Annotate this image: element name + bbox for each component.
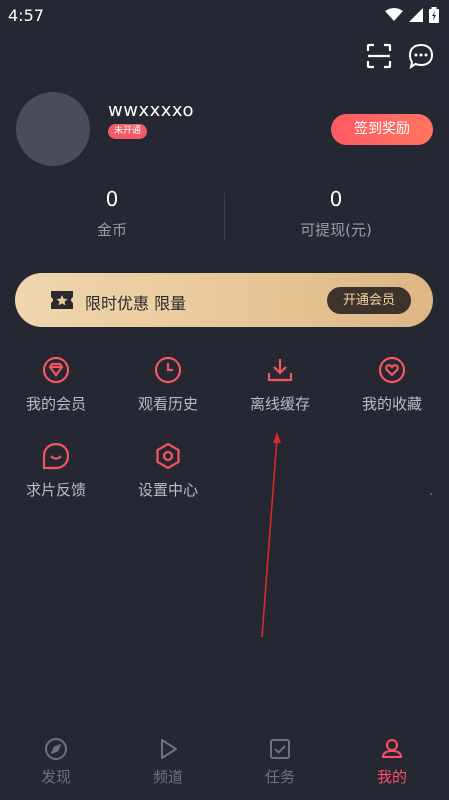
task-check-icon [267, 736, 293, 762]
menu-label: 我的会员 [25, 395, 86, 413]
menu-item-offline-cache[interactable]: 离线缓存 [230, 355, 330, 414]
avatar[interactable] [16, 92, 90, 166]
profile-icon [379, 736, 405, 762]
menu-label: 离线缓存 [249, 395, 310, 413]
nav-label: 发现 [40, 768, 71, 786]
nav-tasks[interactable]: 任务 [224, 736, 336, 787]
message-icon [408, 43, 434, 69]
menu-label: 设置中心 [137, 481, 198, 499]
coins-stat[interactable]: 0 金币 [0, 185, 224, 240]
nav-channel[interactable]: 频道 [112, 736, 224, 787]
play-icon [155, 736, 181, 762]
nav-mine[interactable]: 我的 [336, 736, 448, 787]
vip-status-badge: 未开通 [108, 124, 148, 139]
nav-label: 频道 [152, 768, 183, 786]
menu-item-settings[interactable]: 设置中心 [118, 441, 218, 500]
open-vip-button[interactable]: 开通会员 [327, 287, 411, 314]
scan-button[interactable] [365, 42, 393, 70]
vip-promo-text: 限时优惠 限量 [85, 294, 187, 313]
profile-section: wwxxxxo 未开通 签到奖励 [16, 92, 433, 168]
bottom-nav: 发现 频道 任务 我的 [0, 728, 449, 800]
menu-label: 求片反馈 [25, 481, 86, 499]
scan-icon [366, 43, 392, 69]
decorative-dot [430, 493, 432, 495]
status-icons [385, 7, 439, 23]
download-icon [265, 355, 295, 385]
withdrawable-value: 0 [329, 187, 343, 211]
coins-label: 金币 [96, 221, 127, 239]
battery-icon [429, 7, 439, 23]
checkin-reward-button[interactable]: 签到奖励 [331, 114, 433, 145]
compass-icon [43, 736, 69, 762]
username[interactable]: wwxxxxo [108, 100, 194, 121]
diamond-icon [41, 355, 71, 385]
withdrawable-stat[interactable]: 0 可提现(元) [224, 185, 448, 240]
wifi-icon [385, 8, 403, 21]
status-bar: 4:57 [0, 0, 449, 30]
signal-icon [409, 8, 423, 22]
settings-hexagon-icon [153, 441, 183, 471]
clock-icon [153, 355, 183, 385]
chat-smile-icon [41, 441, 71, 471]
menu-label: 我的收藏 [361, 395, 422, 413]
heart-icon [377, 355, 407, 385]
menu-item-my-vip[interactable]: 我的会员 [6, 355, 106, 414]
menu-label: 观看历史 [137, 395, 198, 413]
menu-item-request-feedback[interactable]: 求片反馈 [6, 441, 106, 500]
stats-section: 0 金币 0 可提现(元) [0, 185, 449, 245]
vip-promo-banner[interactable]: 限时优惠 限量 开通会员 [15, 273, 433, 327]
nav-label: 我的 [376, 768, 407, 786]
nav-discover[interactable]: 发现 [0, 736, 112, 787]
status-time: 4:57 [8, 5, 44, 25]
message-button[interactable] [407, 42, 435, 70]
top-actions [365, 42, 435, 70]
menu-item-watch-history[interactable]: 观看历史 [118, 355, 218, 414]
coins-value: 0 [105, 187, 119, 211]
withdrawable-label: 可提现(元) [300, 221, 372, 239]
ticket-icon [51, 291, 73, 309]
menu-item-favorites[interactable]: 我的收藏 [342, 355, 442, 414]
nav-label: 任务 [264, 768, 295, 786]
